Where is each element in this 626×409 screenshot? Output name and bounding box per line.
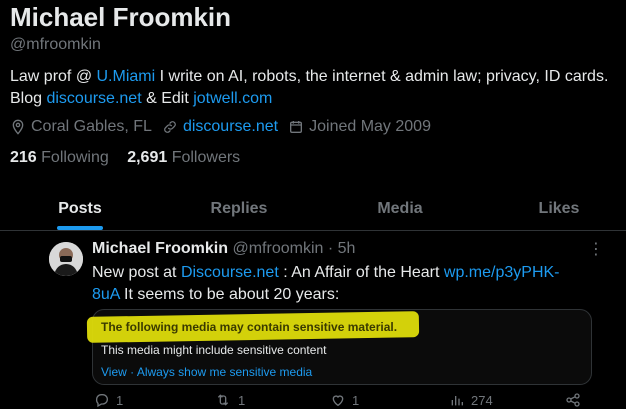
post-author[interactable]: Michael Froomkin xyxy=(92,240,228,257)
repost-button[interactable]: 1 xyxy=(214,392,245,408)
link-icon xyxy=(164,121,176,133)
joined-item: Joined May 2009 xyxy=(288,118,431,136)
share-button[interactable] xyxy=(565,392,587,408)
link-separator: · xyxy=(130,365,135,379)
views-count: 274 xyxy=(471,392,493,408)
reply-count: 1 xyxy=(116,392,124,408)
followers-count: 2,691 xyxy=(127,149,168,166)
post-link-discourse[interactable]: Discourse.net xyxy=(181,264,279,281)
sensitive-media-card[interactable]: The following media may contain sensitiv… xyxy=(86,309,592,385)
active-tab-indicator xyxy=(57,226,103,230)
reply-icon xyxy=(95,394,108,408)
post[interactable]: Michael Froomkin @mfroomkin · 5h ⋮ New p… xyxy=(0,231,626,409)
location-text: Coral Gables, FL xyxy=(31,118,152,135)
sensitive-warning-title: The following media may contain sensitiv… xyxy=(101,320,398,334)
followers-label: Followers xyxy=(171,149,241,166)
location-item: Coral Gables, FL xyxy=(10,118,152,136)
bio-link-jotwell[interactable]: jotwell.com xyxy=(193,90,272,107)
sensitive-warning-subtitle: This media might include sensitive conte… xyxy=(101,343,327,357)
post-text-segment: New post at xyxy=(92,264,181,281)
view-media-link[interactable]: View xyxy=(101,365,127,379)
profile-tabs: Posts Replies Media Likes xyxy=(0,188,626,231)
profile-meta: Coral Gables, FL discourse.net Joined Ma… xyxy=(10,118,441,136)
following-link[interactable]: 216 Following xyxy=(10,149,109,166)
post-header: Michael Froomkin @mfroomkin · 5h xyxy=(92,240,355,258)
post-text-segment: It seems to be about 20 years: xyxy=(119,286,340,303)
reply-button[interactable]: 1 xyxy=(94,392,123,408)
more-options-icon[interactable]: ⋮ xyxy=(588,239,604,259)
post-handle[interactable]: @mfroomkin xyxy=(232,240,323,257)
follow-counts: 216 Following 2,691 Followers xyxy=(10,149,254,167)
always-show-sensitive-link[interactable]: Always show me sensitive media xyxy=(137,365,312,379)
repost-count: 1 xyxy=(238,392,246,408)
share-icon xyxy=(566,393,580,407)
heart-icon xyxy=(332,395,344,407)
tab-posts[interactable]: Posts xyxy=(58,200,102,218)
repost-icon xyxy=(217,394,229,406)
like-count: 1 xyxy=(352,392,360,408)
website-link[interactable]: discourse.net xyxy=(183,118,278,136)
post-time[interactable]: 5h xyxy=(338,240,356,257)
avatar[interactable] xyxy=(49,242,83,276)
avatar-portrait-icon xyxy=(49,242,83,276)
bio-link-discourse[interactable]: discourse.net xyxy=(46,90,141,107)
profile-name: Michael Froomkin xyxy=(10,2,232,32)
tab-media[interactable]: Media xyxy=(377,200,422,218)
views-chart-icon xyxy=(451,396,463,406)
profile-bio: Law prof @ U.Miami I write on AI, robots… xyxy=(10,66,610,110)
following-count: 216 xyxy=(10,149,37,166)
followers-link[interactable]: 2,691 Followers xyxy=(127,149,240,166)
location-pin-icon xyxy=(12,119,24,135)
joined-text: Joined May 2009 xyxy=(309,118,431,135)
post-separator: · xyxy=(327,240,334,257)
post-text-segment: : An Affair of the Heart xyxy=(278,264,444,281)
views-button[interactable]: 274 xyxy=(449,392,493,408)
profile-handle: @mfroomkin xyxy=(10,36,101,53)
like-button[interactable]: 1 xyxy=(330,392,359,408)
tab-replies[interactable]: Replies xyxy=(211,200,268,218)
bio-text: Law prof @ xyxy=(10,68,97,85)
post-text: New post at Discourse.net : An Affair of… xyxy=(92,262,572,306)
following-label: Following xyxy=(41,149,109,166)
tab-likes[interactable]: Likes xyxy=(539,200,580,218)
website-item[interactable]: discourse.net xyxy=(162,118,278,136)
calendar-icon xyxy=(290,121,303,133)
bio-link-umiami[interactable]: U.Miami xyxy=(97,68,156,85)
bio-text: & Edit xyxy=(141,90,194,107)
sensitive-media-links: View · Always show me sensitive media xyxy=(101,365,312,379)
